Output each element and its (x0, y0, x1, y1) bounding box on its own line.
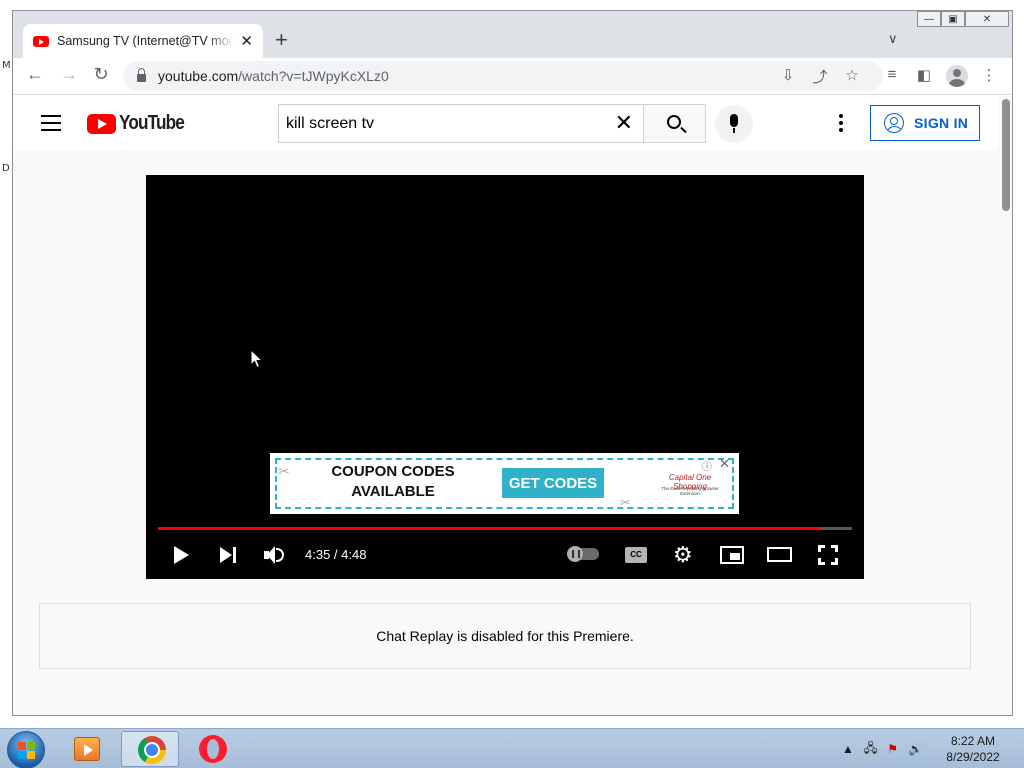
media-controls-icon[interactable]: ≡ (881, 66, 903, 83)
back-arrow-icon[interactable]: ← (23, 64, 47, 85)
browser-toolbar: ← → ↻ youtube.com/watch?v=tJWpyKcXLz0 ⇩ … (13, 58, 1012, 95)
tab-close-icon[interactable]: ✕ (240, 32, 253, 50)
opera-icon (199, 735, 227, 763)
voice-search-button[interactable] (715, 105, 753, 143)
mouse-cursor-icon (250, 349, 264, 369)
scissors-icon: ✂ (278, 463, 290, 479)
next-video-icon[interactable] (220, 547, 237, 563)
tab-strip: Samsung TV (Internet@TV mode ✕ + ∨ — ▣ ✕ (13, 11, 1012, 58)
new-tab-button[interactable]: + (275, 29, 288, 51)
page-scrollbar[interactable] (998, 96, 1012, 715)
taskbar-opera[interactable] (183, 731, 241, 767)
ad-brand-tagline: The Easiest Finding Browser Extension (661, 486, 719, 496)
network-icon[interactable]: 🖧 (864, 739, 877, 760)
progress-played (158, 527, 821, 530)
sign-in-label: SIGN IN (914, 115, 969, 131)
desktop-icon-label: D (2, 163, 10, 174)
bookmark-star-icon[interactable]: ☆ (841, 66, 863, 84)
video-progress-bar[interactable] (158, 527, 852, 530)
media-player-icon (74, 737, 100, 761)
sign-in-button[interactable]: SIGN IN (870, 105, 980, 141)
account-circle-icon (884, 113, 904, 133)
hamburger-menu-icon[interactable] (41, 115, 61, 131)
ad-headline: COUPON CODES AVAILABLE (331, 463, 455, 500)
tab-title: Samsung TV (Internet@TV mode (57, 34, 235, 48)
youtube-logo[interactable]: YouTube (87, 112, 195, 135)
window-controls: — ▣ ✕ (917, 11, 1009, 27)
maximize-button[interactable]: ▣ (941, 11, 965, 27)
clear-search-icon[interactable]: ✕ (615, 111, 633, 135)
miniplayer-icon[interactable] (720, 546, 744, 564)
chrome-menu-icon[interactable]: ⋮ (978, 66, 1000, 84)
youtube-header: YouTube ✕ SIGN IN (13, 96, 998, 150)
side-panel-icon[interactable]: ◧ (913, 66, 935, 84)
volume-icon[interactable] (264, 546, 286, 564)
search-icon (667, 115, 681, 129)
minimize-button[interactable]: — (917, 11, 941, 27)
get-codes-button[interactable]: GET CODES (502, 468, 604, 498)
chat-replay-message: Chat Replay is disabled for this Premier… (376, 628, 634, 644)
search-button[interactable] (643, 104, 706, 143)
browser-window: Samsung TV (Internet@TV mode ✕ + ∨ — ▣ ✕… (12, 10, 1013, 716)
scrollbar-thumb[interactable] (1002, 99, 1010, 211)
desktop-background (0, 716, 1024, 728)
subtitles-cc-button[interactable]: CC (625, 547, 647, 563)
settings-gear-icon[interactable]: ⚙ (673, 544, 693, 566)
forward-arrow-icon[interactable]: → (57, 64, 81, 85)
youtube-play-logo-icon (87, 113, 116, 134)
reload-icon[interactable]: ↻ (89, 64, 113, 85)
url-text: youtube.com/watch?v=tJWpyKcXLz0 (158, 68, 389, 84)
action-center-flag-icon[interactable]: ⚑ (887, 742, 898, 756)
desktop-background: M D (0, 0, 12, 728)
youtube-logo-text: YouTube (119, 112, 185, 134)
ad-info-icon[interactable]: ⓘ (702, 458, 712, 473)
desktop-icon-label: M (2, 60, 11, 71)
address-bar[interactable]: youtube.com/watch?v=tJWpyKcXLz0 (123, 61, 883, 91)
profile-avatar[interactable] (946, 65, 968, 87)
taskbar-clock[interactable]: 8:22 AM 8/29/2022 (935, 733, 1011, 765)
close-window-button[interactable]: ✕ (965, 11, 1009, 27)
clock-date: 8/29/2022 (946, 750, 1000, 764)
autoplay-toggle[interactable] (567, 546, 599, 562)
desktop-background (1012, 0, 1024, 728)
taskbar-media-player[interactable] (58, 731, 116, 767)
clock-time: 8:22 AM (950, 734, 996, 748)
system-tray: ▲ 🖧 ⚑ 🔊 (842, 729, 923, 768)
share-icon[interactable]: ⤴ (809, 66, 831, 87)
volume-tray-icon[interactable]: 🔊 (908, 742, 923, 756)
lock-icon (137, 68, 146, 82)
play-icon[interactable] (174, 546, 189, 564)
taskbar-chrome[interactable] (121, 731, 179, 767)
search-box: ✕ (278, 104, 643, 143)
time-display: 4:35 / 4:48 (305, 547, 367, 562)
fullscreen-icon[interactable] (818, 545, 838, 565)
video-player[interactable]: ✂ COUPON CODES AVAILABLE GET CODES ✂ Cap… (146, 175, 864, 579)
ad-close-icon[interactable]: ✕ (719, 456, 730, 472)
youtube-favicon-icon (33, 35, 49, 47)
scissors-icon: ✂ (620, 495, 631, 510)
search-input[interactable] (286, 114, 606, 133)
youtube-page: YouTube ✕ SIGN IN ✂ (13, 96, 998, 715)
tab-search-chevron-icon[interactable]: ∨ (888, 31, 898, 47)
windows-taskbar: ▲ 🖧 ⚑ 🔊 8:22 AM 8/29/2022 (0, 728, 1024, 768)
microphone-icon (730, 114, 738, 133)
tab-youtube[interactable]: Samsung TV (Internet@TV mode ✕ (23, 24, 263, 58)
show-hidden-icons-icon[interactable]: ▲ (842, 742, 854, 756)
chat-replay-box: Chat Replay is disabled for this Premier… (39, 603, 971, 669)
overlay-ad[interactable]: ✂ COUPON CODES AVAILABLE GET CODES ✂ Cap… (270, 453, 739, 514)
install-app-icon[interactable]: ⇩ (777, 66, 799, 84)
start-button[interactable] (7, 731, 45, 768)
settings-kebab-icon[interactable] (839, 114, 843, 135)
theater-mode-icon[interactable] (767, 547, 792, 562)
chrome-icon (138, 736, 166, 764)
